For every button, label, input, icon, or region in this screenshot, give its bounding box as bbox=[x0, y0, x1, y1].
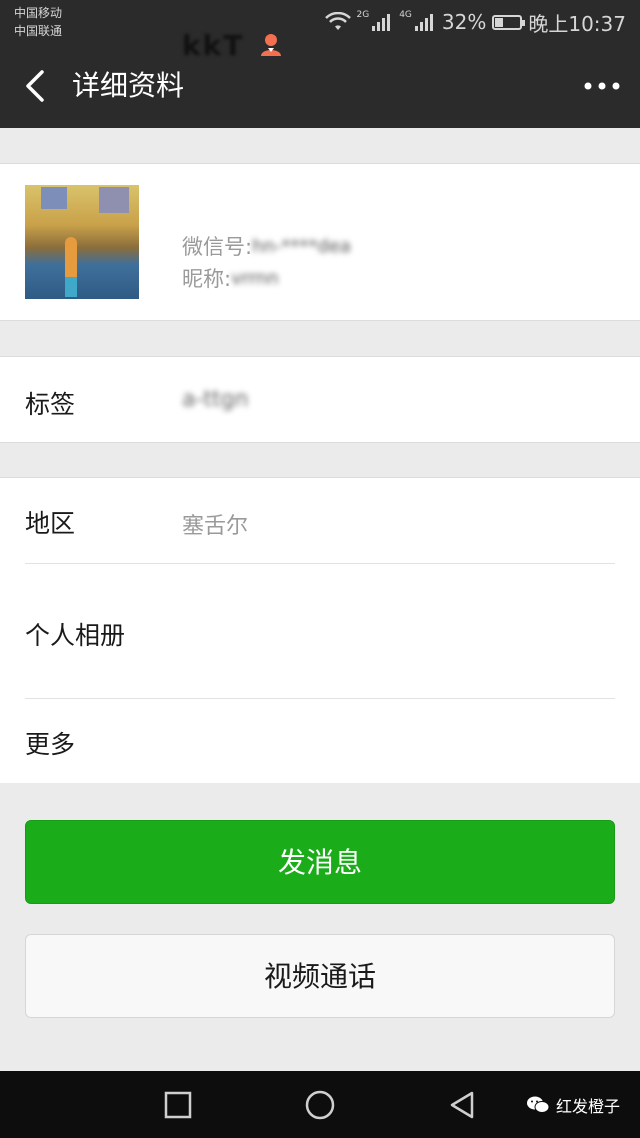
more-row[interactable]: 更多 bbox=[0, 699, 640, 784]
wechat-logo-icon bbox=[526, 1096, 550, 1113]
status-indicators: 2G 4G 32% 晚上10:37 bbox=[324, 8, 626, 36]
region-row: 地区 塞舌尔 bbox=[0, 478, 640, 564]
album-row[interactable]: 个人相册 bbox=[0, 564, 640, 698]
tags-value: a-ttgn bbox=[182, 387, 249, 412]
avatar[interactable] bbox=[25, 185, 139, 299]
status-bar: 中国移动 中国联通 2G 4G 32% 晚上10:37 bbox=[0, 0, 640, 44]
home-button[interactable] bbox=[300, 1085, 340, 1125]
square-icon bbox=[164, 1091, 192, 1119]
circle-icon bbox=[305, 1090, 335, 1120]
region-label: 地区 bbox=[25, 509, 76, 538]
nickname-row: 昵称: vrrnn bbox=[182, 264, 279, 294]
battery-icon bbox=[492, 14, 526, 30]
more-dots-icon bbox=[584, 82, 620, 90]
nickname-value: vrrnn bbox=[231, 268, 279, 289]
back-nav-button[interactable] bbox=[442, 1085, 482, 1125]
network-2g-label: 2G bbox=[356, 10, 370, 20]
more-label: 更多 bbox=[25, 730, 76, 759]
network-4g-label: 4G bbox=[399, 10, 412, 20]
chevron-left-icon bbox=[26, 70, 44, 102]
video-call-button[interactable]: 视频通话 bbox=[25, 934, 615, 1018]
clock: 晚上10:37 bbox=[528, 11, 626, 36]
carrier-2: 中国联通 bbox=[14, 24, 63, 38]
wechat-id-row: 微信号: hn-****dea bbox=[182, 232, 351, 262]
female-user-icon bbox=[261, 34, 282, 56]
wifi-icon bbox=[324, 12, 351, 30]
watermark-text: 红发橙子 bbox=[555, 1097, 620, 1116]
album-label: 个人相册 bbox=[25, 621, 126, 650]
watermark: 红发橙子 bbox=[526, 1093, 620, 1117]
back-button[interactable] bbox=[12, 62, 60, 110]
carrier-1: 中国移动 bbox=[14, 6, 63, 20]
profile-name-row: kkT bbox=[182, 28, 284, 62]
signal-2g-icon bbox=[372, 14, 391, 31]
wechat-id-value: hn-****dea bbox=[252, 236, 351, 257]
title-bar: 详细资料 bbox=[0, 44, 640, 128]
info-card: 地区 塞舌尔 个人相册 更多 bbox=[0, 477, 640, 783]
wechat-id-label: 微信号: bbox=[182, 235, 253, 259]
carrier-info: 中国移动 中国联通 bbox=[14, 4, 62, 40]
region-value: 塞舌尔 bbox=[182, 514, 249, 539]
nickname-label: 昵称: bbox=[182, 267, 232, 291]
signal-4g-icon bbox=[414, 14, 433, 31]
triangle-back-icon bbox=[450, 1091, 474, 1119]
battery-percent: 32% bbox=[441, 10, 487, 34]
more-options-button[interactable] bbox=[582, 66, 622, 106]
system-nav-bar: 红发橙子 bbox=[0, 1071, 640, 1138]
recent-apps-button[interactable] bbox=[158, 1085, 198, 1125]
send-message-button[interactable]: 发消息 bbox=[25, 820, 615, 904]
tags-row[interactable]: 标签 a-ttgn bbox=[0, 356, 640, 443]
page-title: 详细资料 bbox=[72, 69, 185, 102]
tags-label: 标签 bbox=[25, 390, 76, 419]
profile-name: kkT bbox=[182, 28, 245, 62]
